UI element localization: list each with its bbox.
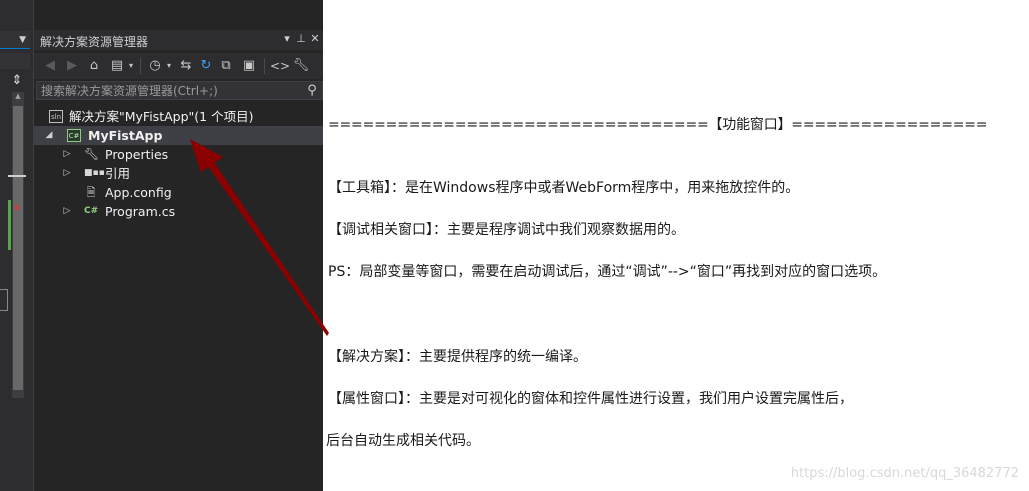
- tree-row-properties[interactable]: ▷ 🔧︎ Properties: [34, 145, 324, 164]
- wrench-icon: 🔧︎: [84, 147, 100, 161]
- csharp-project-icon: C#: [67, 129, 81, 142]
- watermark: https://blog.csdn.net/qq_36482772: [790, 466, 1019, 481]
- view-code-icon[interactable]: <>: [270, 57, 290, 75]
- error-marker: [15, 205, 19, 210]
- scroll-up-icon[interactable]: ▲: [12, 92, 24, 102]
- caret-line-marker: [8, 175, 26, 177]
- expanded-triangle-icon[interactable]: ◢: [44, 126, 54, 145]
- pin-icon[interactable]: ⊥: [294, 32, 308, 45]
- collapse-all-icon[interactable]: ⧉: [218, 57, 234, 75]
- tree-row-project[interactable]: ◢ C# MyFistApp: [34, 126, 324, 145]
- solution-explorer-panel: 解决方案资源管理器 ▾ ⊥ ✕ ◀ ▶ ⌂ ▤ ▾ ◷ ▾ ⇆ ↻ ⧉ ▣ <> 🔧…: [33, 0, 324, 491]
- tree-item-label: 引用: [105, 166, 131, 181]
- tree-item-label: Properties: [105, 147, 169, 162]
- dropdown-icon[interactable]: ▾: [280, 32, 294, 45]
- sync-icon[interactable]: ⇆: [178, 57, 194, 75]
- search-icon[interactable]: ⚲: [304, 82, 320, 99]
- collapsed-triangle-icon[interactable]: ▷: [62, 202, 72, 221]
- pending-changes-icon[interactable]: ◷: [146, 57, 164, 75]
- panel-window-buttons: ▾ ⊥ ✕: [280, 32, 322, 45]
- close-icon[interactable]: ✕: [308, 32, 322, 45]
- tree-item-label: Program.cs: [105, 204, 176, 219]
- chevron-down-icon: ▼: [19, 35, 26, 45]
- doc-line-code-gen: 后台自动生成相关代码。: [326, 433, 480, 449]
- collapsed-triangle-icon[interactable]: ▷: [62, 145, 72, 164]
- scrollbar-thumb[interactable]: [13, 106, 23, 390]
- section-header: =================================【功能窗口】=…: [328, 117, 988, 133]
- doc-line-debug-windows: 【调试相关窗口】：主要是程序调试中我们观察数据用的。: [328, 222, 685, 238]
- change-marker: [8, 200, 11, 250]
- editor-dropdown[interactable]: ▼: [0, 31, 30, 49]
- solution-explorer-title-bar: 解决方案资源管理器 ▾ ⊥ ✕: [34, 30, 324, 50]
- solution-label: 解决方案"MyFistApp"(1 个项目): [69, 109, 254, 124]
- tree-row-references[interactable]: ▷ ■▪▪ 引用: [34, 164, 324, 183]
- solution-explorer-toolbar: ◀ ▶ ⌂ ▤ ▾ ◷ ▾ ⇆ ↻ ⧉ ▣ <> 🔧︎: [34, 53, 324, 79]
- solution-icon: sln: [49, 110, 63, 123]
- collapsed-triangle-icon[interactable]: ▷: [62, 164, 72, 183]
- solution-explorer-search: ⚲: [36, 81, 323, 100]
- panel-title: 解决方案资源管理器: [40, 35, 149, 49]
- editor-dropdown-secondary[interactable]: [0, 53, 30, 69]
- doc-line-toolbox: 【工具箱】：是在Windows程序中或者WebForm程序中，用来拖放控件的。: [328, 180, 800, 196]
- document-pane: =================================【功能窗口】=…: [323, 0, 1029, 491]
- tree-row-solution[interactable]: sln 解决方案"MyFistApp"(1 个项目): [34, 107, 324, 126]
- doc-line-solution: 【解决方案】：主要提供程序的统一编译。: [328, 349, 587, 365]
- doc-line-ps-note: PS：局部变量等窗口，需要在启动调试后，通过“调试”-->“窗口”再找到对应的窗…: [328, 264, 887, 280]
- tree-item-label: App.config: [105, 185, 172, 200]
- switch-views-icon[interactable]: ▤: [108, 57, 126, 75]
- reference-icon: ■▪▪: [84, 168, 105, 178]
- editor-vertical-scrollbar[interactable]: ▲: [12, 92, 24, 398]
- collapsed-region-marker: [0, 289, 8, 311]
- home-icon[interactable]: ⌂: [86, 57, 102, 75]
- forward-icon[interactable]: ▶: [64, 57, 80, 75]
- search-input[interactable]: [37, 82, 305, 99]
- config-file-icon: 🗎︎: [86, 186, 96, 199]
- tree-row-app-config[interactable]: 🗎︎ App.config: [34, 183, 324, 202]
- back-icon[interactable]: ◀: [42, 57, 58, 75]
- toolbar-separator: [264, 58, 265, 74]
- properties-wrench-icon[interactable]: 🔧︎: [292, 57, 310, 75]
- editor-edge-strip: ▼ ⇕ ▲: [0, 0, 33, 491]
- tree-row-program-cs[interactable]: ▷ C# Program.cs: [34, 202, 324, 221]
- split-handle-icon[interactable]: ⇕: [10, 73, 24, 89]
- chevron-down-icon[interactable]: ▾: [164, 57, 174, 75]
- doc-line-properties-window: 【属性窗口】：主要是对可视化的窗体和控件属性进行设置，我们用户设置完属性后，: [328, 391, 853, 407]
- toolbar-separator: [140, 58, 141, 74]
- csharp-file-icon: C#: [84, 206, 99, 216]
- refresh-icon[interactable]: ↻: [198, 57, 214, 75]
- chevron-down-icon[interactable]: ▾: [126, 57, 136, 75]
- project-label: MyFistApp: [88, 128, 163, 143]
- show-all-files-icon[interactable]: ▣: [240, 57, 258, 75]
